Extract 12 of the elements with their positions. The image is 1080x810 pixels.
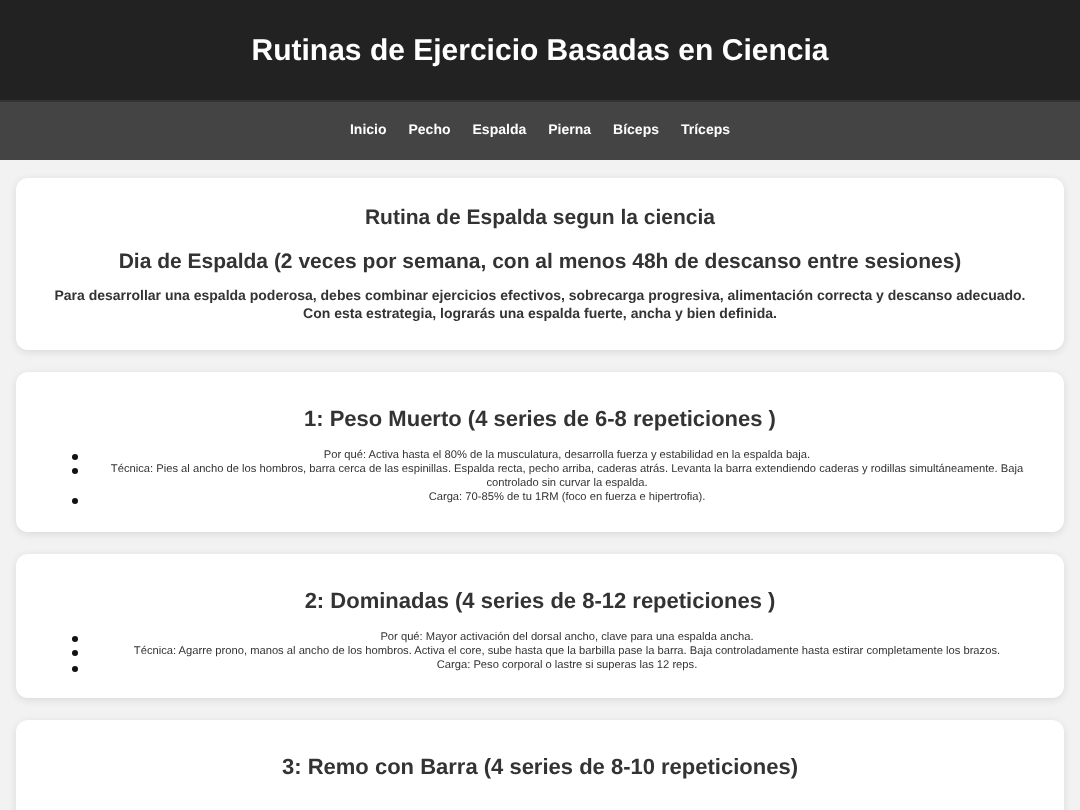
exercise-title: 3: Remo con Barra (4 series de 8-10 repeticiones) [280,756,800,781]
section-title: Rutina de Espalda segun la ciencia [362,206,718,230]
bullet-icon [72,650,78,657]
exercise-title: 2: Dominadas (4 series de 8-12 repeticiones ) [302,589,778,614]
exercise-title: 1: Peso Muerto (4 series de 6-8 repeticiones ) [302,407,778,431]
bullet-icon [72,454,78,460]
bullet-icon [72,665,78,672]
bullet-icon [72,497,78,504]
section-subtitle: Dia de Espalda (2 veces por semana, con al menos 48h de descanso entre sesiones) [116,250,964,274]
bullet-icon [72,636,78,643]
site-title: Rutinas de Ejercicio Basadas en Ciencia [251,33,829,67]
bullet-icon [72,468,78,475]
